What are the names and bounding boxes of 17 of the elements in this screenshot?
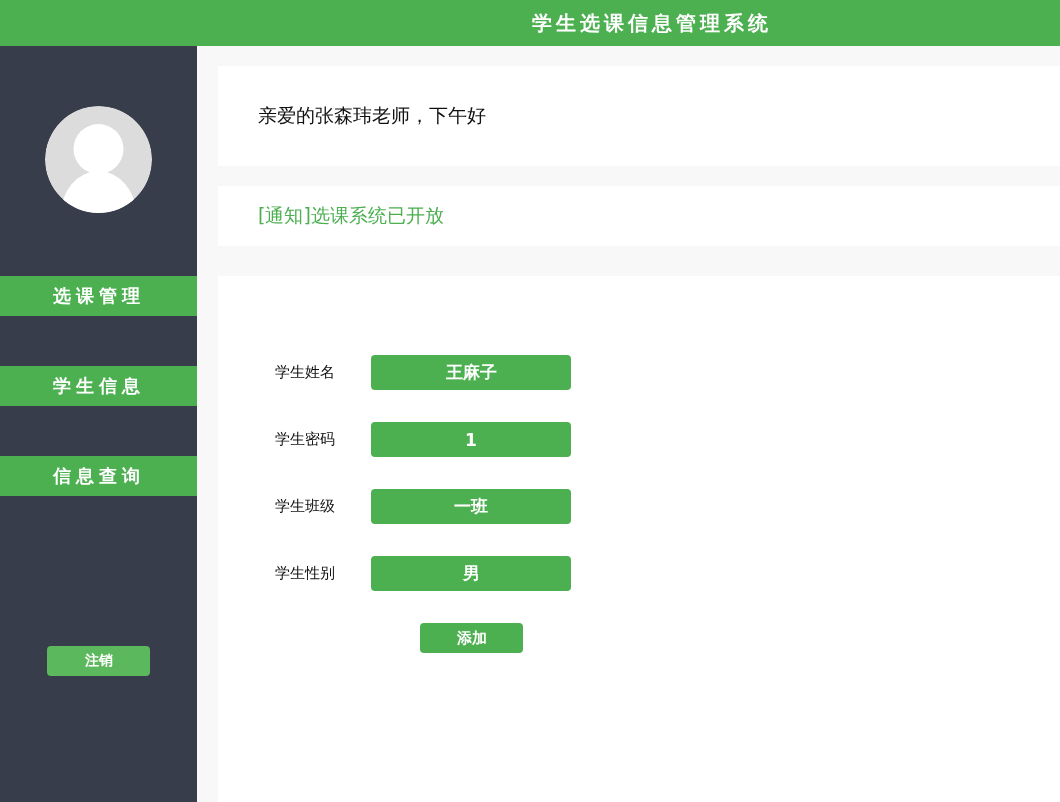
app-title: 学生选课信息管理系统 xyxy=(532,9,772,37)
field-label: 学生班级 xyxy=(275,497,336,516)
input-field[interactable]: 男 xyxy=(371,556,571,591)
notice-text: [通知]选课系统已开放 xyxy=(258,203,444,228)
sidebar-menu-item[interactable]: 学生信息 xyxy=(0,366,197,406)
sidebar-menu-item[interactable]: 选课管理 xyxy=(0,276,197,316)
input-field[interactable]: 1 xyxy=(371,422,571,457)
field-label: 学生姓名 xyxy=(275,363,336,382)
avatar-placeholder-icon xyxy=(45,106,152,213)
input-field[interactable]: 一班 xyxy=(371,489,571,524)
logout-button[interactable]: 注销 xyxy=(47,646,150,676)
field-label: 学生密码 xyxy=(275,430,336,449)
greeting-text: 亲爱的张森玮老师，下午好 xyxy=(258,103,486,128)
sidebar-menu-item[interactable]: 信息查询 xyxy=(0,456,197,496)
add-button[interactable]: 添加 xyxy=(420,623,523,653)
input-field[interactable]: 王麻子 xyxy=(371,355,571,390)
field-label: 学生性别 xyxy=(275,564,336,583)
